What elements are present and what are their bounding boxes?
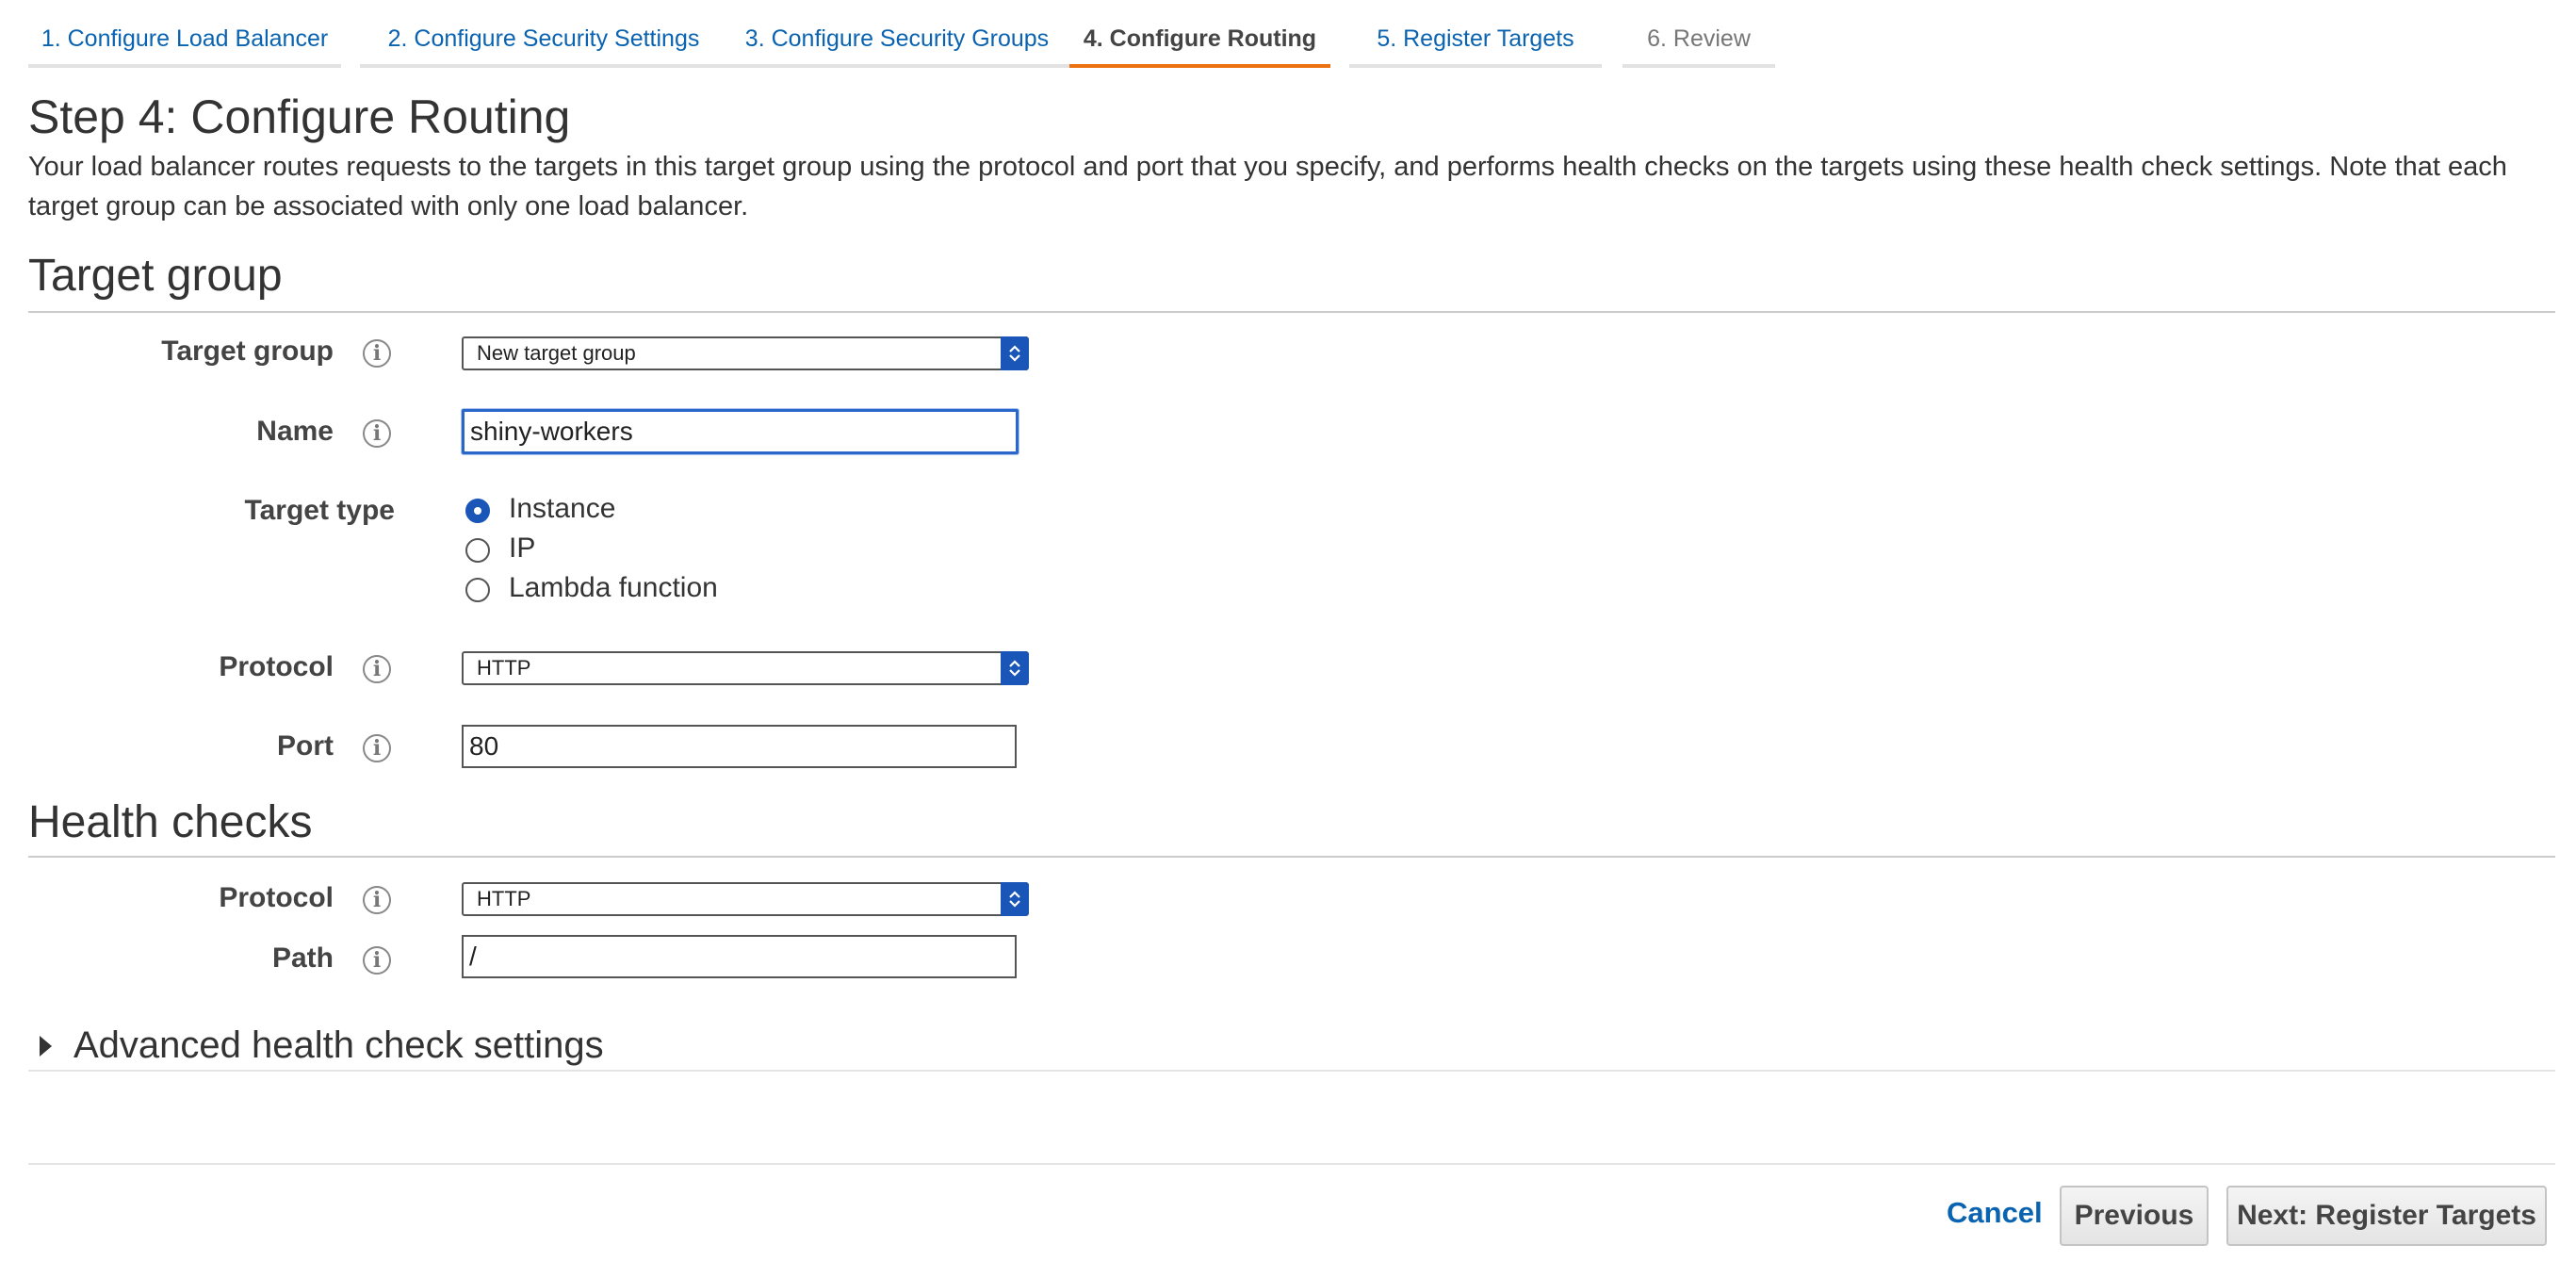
- tab-configure-routing[interactable]: 4. Configure Routing: [1069, 0, 1330, 68]
- info-icon[interactable]: i: [363, 339, 391, 368]
- target-group-select-value: New target group: [477, 341, 636, 365]
- radio-lambda[interactable]: [465, 578, 490, 602]
- target-group-heading: Target group: [28, 247, 2555, 313]
- radio-instance[interactable]: [465, 499, 490, 523]
- next-register-targets-button[interactable]: Next: Register Targets: [2226, 1186, 2547, 1246]
- tab-configure-security-settings[interactable]: 2. Configure Security Settings: [360, 0, 727, 68]
- tab-configure-load-balancer[interactable]: 1. Configure Load Balancer: [28, 0, 341, 68]
- configure-routing-page: 1. Configure Load Balancer 2. Configure …: [0, 0, 2576, 1278]
- page-description: Your load balancer routes requests to th…: [28, 152, 2507, 221]
- tab-review: 6. Review: [1622, 0, 1775, 68]
- target-group-select[interactable]: New target group: [462, 336, 1029, 370]
- up-down-chevron-icon: [1001, 882, 1029, 916]
- protocol-select[interactable]: HTTP: [462, 651, 1029, 685]
- tab-register-targets[interactable]: 5. Register Targets: [1349, 0, 1602, 68]
- up-down-chevron-icon: [1001, 651, 1029, 685]
- page-title: Step 4: Configure Routing: [28, 90, 571, 143]
- caret-right-icon: [40, 1036, 52, 1057]
- name-input[interactable]: shiny-workers: [462, 409, 1019, 454]
- radio-instance-label: Instance: [509, 493, 616, 524]
- port-input[interactable]: 80: [462, 725, 1017, 768]
- health-protocol-label: Protocol: [219, 882, 334, 913]
- cancel-button[interactable]: Cancel: [1947, 1196, 2043, 1230]
- health-path-input[interactable]: /: [462, 935, 1017, 978]
- health-path-label: Path: [271, 942, 334, 974]
- radio-ip[interactable]: [465, 538, 490, 563]
- radio-ip-label: IP: [509, 532, 536, 564]
- info-icon[interactable]: i: [363, 946, 391, 975]
- target-group-label: Target group: [161, 336, 334, 367]
- footer-divider: [28, 1163, 2555, 1165]
- target-type-label: Target type: [244, 495, 395, 526]
- info-icon[interactable]: i: [363, 734, 391, 762]
- advanced-health-check-settings-label: Advanced health check settings: [73, 1024, 604, 1066]
- health-protocol-select-value: HTTP: [477, 887, 531, 910]
- info-icon[interactable]: i: [363, 655, 391, 683]
- name-label: Name: [256, 416, 334, 447]
- protocol-label: Protocol: [219, 651, 334, 682]
- protocol-select-value: HTTP: [477, 656, 531, 680]
- tab-configure-security-groups[interactable]: 3. Configure Security Groups: [718, 0, 1076, 68]
- advanced-health-check-settings-toggle[interactable]: Advanced health check settings: [28, 1023, 2555, 1072]
- health-protocol-select[interactable]: HTTP: [462, 882, 1029, 916]
- health-checks-heading: Health checks: [28, 792, 2555, 858]
- radio-lambda-label: Lambda function: [509, 572, 718, 603]
- info-icon[interactable]: i: [363, 419, 391, 448]
- info-icon[interactable]: i: [363, 886, 391, 914]
- port-label: Port: [277, 730, 334, 762]
- up-down-chevron-icon: [1001, 336, 1029, 370]
- previous-button[interactable]: Previous: [2060, 1186, 2209, 1246]
